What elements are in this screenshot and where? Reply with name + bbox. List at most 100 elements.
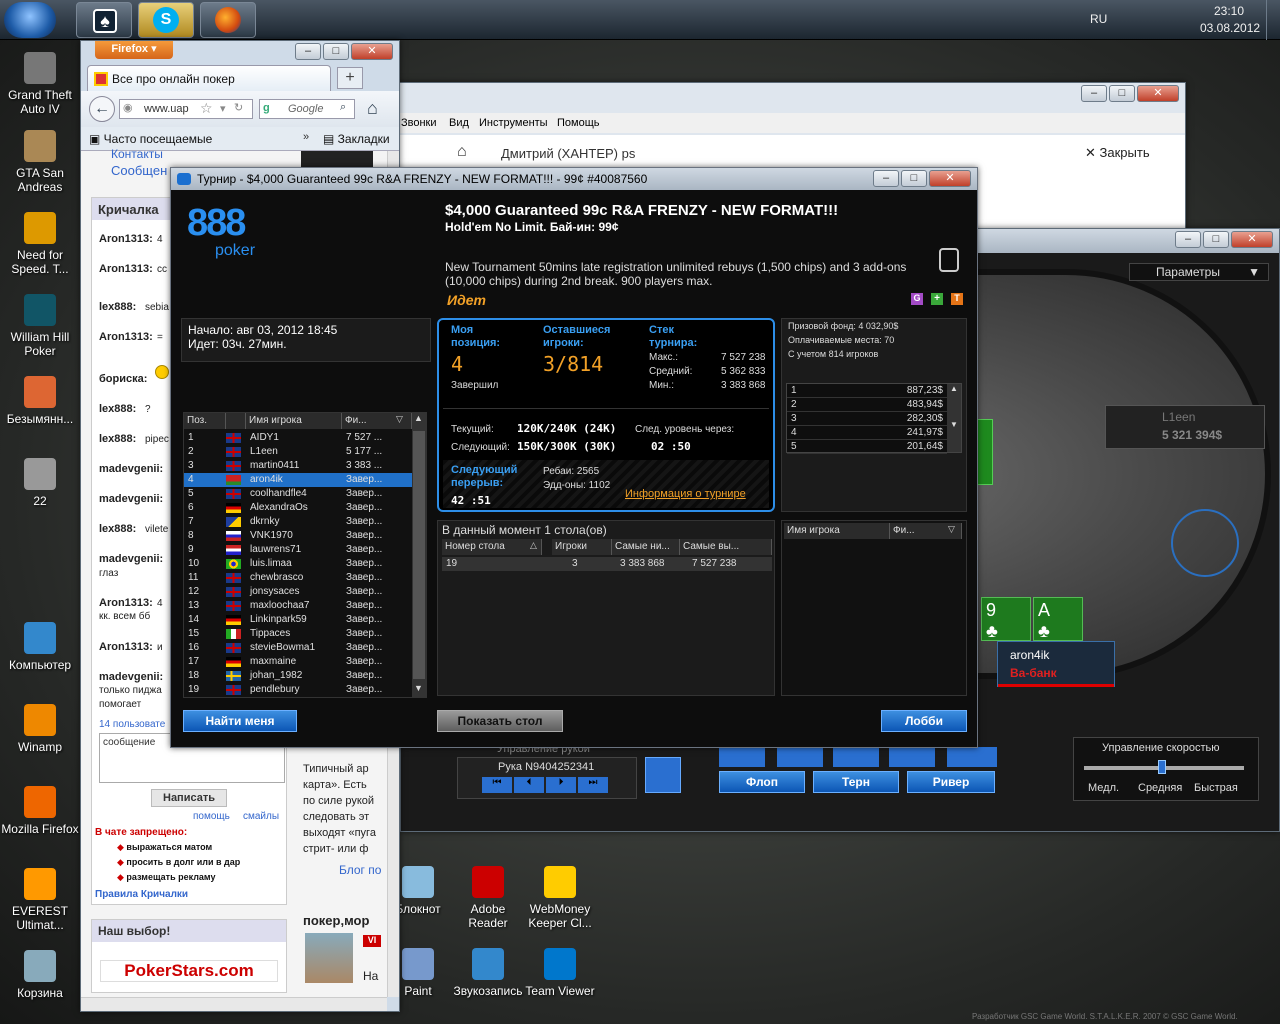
player-row[interactable]: 4 aron4ik Завер... xyxy=(184,473,414,487)
minimize-button[interactable]: – xyxy=(1175,231,1201,248)
player-row[interactable]: 9 lauwrens71 Завер... xyxy=(184,543,414,557)
g-icon[interactable]: G xyxy=(911,293,923,305)
params-dropdown[interactable]: Параметры ▼ xyxy=(1129,263,1269,281)
send-button[interactable]: Написать xyxy=(151,789,227,807)
desktop-icon[interactable]: Grand Theft Auto IV xyxy=(0,52,80,116)
menu-tools[interactable]: Инструменты xyxy=(479,117,548,129)
star-icon[interactable]: ☆ xyxy=(200,100,213,117)
chat-user[interactable]: madevgenii: xyxy=(99,463,163,475)
player-row[interactable]: 11 chewbrasco Завер... xyxy=(184,571,414,585)
desktop-icon[interactable]: WebMoney Keeper Cl... xyxy=(522,866,598,930)
chat-user[interactable]: lex888: xyxy=(99,301,136,313)
nav-contacts[interactable]: Контакты xyxy=(111,147,163,161)
desktop-icon[interactable]: Need for Speed. T... xyxy=(0,212,80,276)
users-online[interactable]: 14 пользовате xyxy=(99,719,165,730)
menu-help[interactable]: Помощь xyxy=(557,117,600,129)
url-bar[interactable]: ◉ www.uap ☆ ▾ ↻ xyxy=(119,99,253,119)
lang-indicator[interactable]: RU xyxy=(1090,12,1107,26)
player-row[interactable]: 1 AIDY1 7 527 ... xyxy=(184,431,414,445)
rules-link[interactable]: Правила Кричалки xyxy=(95,889,188,900)
desktop-icon[interactable]: Корзина xyxy=(0,950,80,1000)
chat-user[interactable]: Aron1313: xyxy=(99,233,153,245)
col-pos[interactable]: Поз. xyxy=(184,413,226,429)
chat-user[interactable]: Aron1313: xyxy=(99,263,153,275)
t-col-high[interactable]: Самые вы... xyxy=(680,539,772,555)
reload-icon[interactable]: ↻ xyxy=(234,101,243,114)
player-row[interactable]: 10 luis.limaa Завер... xyxy=(184,557,414,571)
desktop-icon[interactable]: Winamp xyxy=(0,704,80,754)
clock-time[interactable]: 23:10 xyxy=(1214,4,1244,18)
hand-last-button[interactable]: ⏭ xyxy=(578,777,608,793)
player-row[interactable]: 12 jonsysaces Завер... xyxy=(184,585,414,599)
chat-user[interactable]: Aron1313: xyxy=(99,331,153,343)
pokerstars-logo[interactable]: PokerStars.com xyxy=(100,960,278,982)
close-button[interactable]: ✕ xyxy=(1137,85,1179,102)
search-box[interactable]: g Google ⌕ xyxy=(259,99,355,119)
player-row[interactable]: 8 VNK1970 Завер... xyxy=(184,529,414,543)
col-name[interactable]: Имя игрока xyxy=(246,413,342,429)
taskbar-skype[interactable]: S xyxy=(138,2,194,38)
firefox-menu-button[interactable]: Firefox ▾ xyxy=(95,41,173,59)
smiles-link[interactable]: смайлы xyxy=(243,811,279,822)
minimize-button[interactable]: – xyxy=(295,43,321,60)
player-row[interactable]: 16 stevieBowma1 Завер... xyxy=(184,641,414,655)
river-button[interactable]: Ривер xyxy=(907,771,995,793)
scroll-thumb[interactable] xyxy=(413,431,425,679)
desktop-icon[interactable]: William Hill Poker xyxy=(0,294,80,358)
seat-ring[interactable] xyxy=(1171,509,1239,577)
player-row[interactable]: 19 pendlebury Завер... xyxy=(184,683,414,697)
bookmark-visited[interactable]: ▣ Часто посещаемые xyxy=(89,132,212,146)
chat-user[interactable]: борискa: xyxy=(99,373,147,385)
bookmarks-menu[interactable]: ▤ Закладки xyxy=(323,132,390,146)
minimize-button[interactable]: – xyxy=(1081,85,1107,102)
close-button[interactable]: ✕ xyxy=(1231,231,1273,248)
desktop-icon[interactable]: Звукозапись xyxy=(450,948,526,998)
t-icon[interactable]: T xyxy=(951,293,963,305)
chat-user[interactable]: lex888: xyxy=(99,403,136,415)
hand-prev-button[interactable]: ⏴ xyxy=(514,777,544,793)
scroll-up-icon[interactable]: ▲ xyxy=(414,413,423,423)
lobby-button[interactable]: Лобби xyxy=(881,710,967,732)
nav-messages[interactable]: Сообщен xyxy=(111,163,167,178)
chevron-right-icon[interactable]: » xyxy=(303,131,309,143)
player-row[interactable]: 3 martin0411 3 383 ... xyxy=(184,459,414,473)
clock-date[interactable]: 03.08.2012 xyxy=(1200,21,1260,35)
turn-button[interactable]: Терн xyxy=(813,771,899,793)
show-desktop-button[interactable] xyxy=(1266,0,1280,40)
home-icon[interactable]: ⌂ xyxy=(367,98,378,119)
chat-user[interactable]: lex888: xyxy=(99,433,136,445)
table-row[interactable]: 19 3 3 383 868 7 527 238 xyxy=(442,557,772,571)
show-table-button[interactable]: Показать стол xyxy=(437,710,563,732)
maximize-button[interactable]: □ xyxy=(1203,231,1229,248)
player-row[interactable]: 18 johan_1982 Завер... xyxy=(184,669,414,683)
replay-next-button[interactable] xyxy=(889,747,935,767)
player-row[interactable]: 14 Linkinpark59 Завер... xyxy=(184,613,414,627)
speed-slider-thumb[interactable] xyxy=(1158,760,1166,774)
prize-scrollbar[interactable]: ▲ ▼ xyxy=(947,384,961,452)
player-row[interactable]: 13 maxloochaa7 Завер... xyxy=(184,599,414,613)
h-scrollbar[interactable] xyxy=(81,997,387,1011)
desktop-icon[interactable]: EVEREST Ultimat... xyxy=(0,868,80,932)
desktop-icon[interactable]: Adobe Reader xyxy=(450,866,526,930)
t-col-no[interactable]: Номер стола xyxy=(442,539,542,555)
hand-next-button[interactable]: ⏵ xyxy=(546,777,576,793)
player-row[interactable]: 5 coolhandfle4 Завер... xyxy=(184,487,414,501)
minimize-button[interactable]: – xyxy=(873,170,899,187)
start-button[interactable] xyxy=(4,2,56,38)
maximize-button[interactable]: □ xyxy=(323,43,349,60)
search-icon[interactable]: ⌕ xyxy=(340,101,346,114)
article-title[interactable]: покер,мор xyxy=(303,913,369,928)
back-button[interactable]: ← xyxy=(89,96,115,122)
desktop-icon[interactable]: GTA San Andreas xyxy=(0,130,80,194)
t-col-low[interactable]: Самые ни... xyxy=(612,539,680,555)
home-icon[interactable]: ⌂ xyxy=(457,143,467,161)
desktop-icon[interactable]: Team Viewer xyxy=(522,948,598,998)
help-link[interactable]: помощь xyxy=(193,811,230,822)
maximize-button[interactable]: □ xyxy=(1109,85,1135,102)
plus-icon[interactable]: + xyxy=(931,293,943,305)
replay-start-button[interactable] xyxy=(719,747,765,767)
tournament-info-link[interactable]: Информация о турнире xyxy=(625,488,746,500)
find-me-button[interactable]: Найти меня xyxy=(183,710,297,732)
flop-button[interactable]: Флоп xyxy=(719,771,805,793)
dropdown-icon[interactable]: ▾ xyxy=(220,102,226,115)
